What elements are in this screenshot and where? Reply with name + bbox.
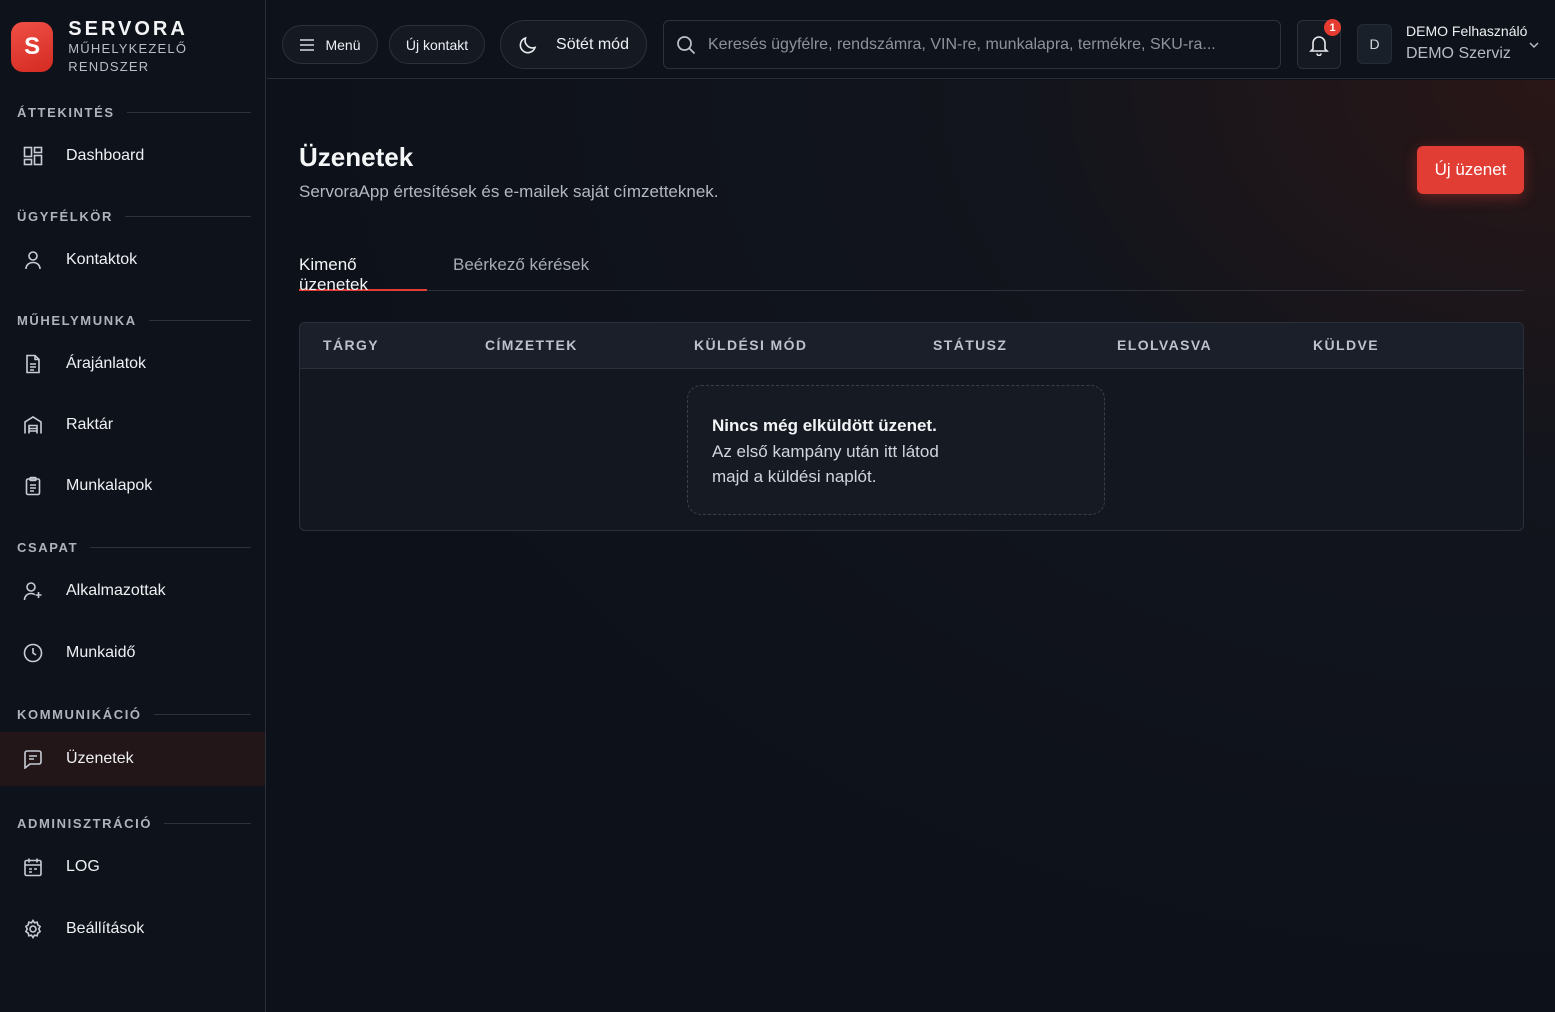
menu-label: Menü bbox=[325, 36, 361, 53]
gear-icon bbox=[22, 918, 44, 940]
sidebar-item-contacts[interactable]: Kontaktok bbox=[0, 233, 265, 287]
dark-mode-toggle[interactable]: Sötét mód bbox=[500, 20, 647, 69]
sidebar-item-log[interactable]: LOG bbox=[0, 840, 265, 894]
messages-table: TÁRGY CÍMZETTEK KÜLDÉSI MÓD STÁTUSZ ELOL… bbox=[299, 322, 1524, 531]
sidebar-item-label: Dashboard bbox=[66, 147, 145, 164]
brand-name: SERVORA bbox=[68, 18, 188, 40]
section-label-communication: KOMMUNIKÁCIÓ bbox=[17, 707, 251, 722]
search-bar[interactable] bbox=[663, 20, 1281, 69]
page-subtitle: ServoraApp értesítések és e-mailek saját… bbox=[299, 182, 719, 201]
empty-state: Nincs még elküldött üzenet. Az első kamp… bbox=[687, 385, 1105, 515]
section-label-workshop: MŰHELYMUNKA bbox=[17, 313, 251, 328]
sidebar-item-employees[interactable]: Alkalmazottak bbox=[0, 564, 265, 618]
moon-icon bbox=[518, 35, 538, 55]
menu-button[interactable]: Menü bbox=[282, 25, 378, 64]
user-icon bbox=[22, 249, 44, 271]
page-title: Üzenetek bbox=[299, 142, 414, 172]
notifications-button[interactable]: 1 bbox=[1297, 19, 1341, 69]
section-label-admin: ADMINISZTRÁCIÓ bbox=[17, 816, 251, 831]
bell-icon bbox=[1309, 34, 1329, 56]
topbar: Menü Új kontakt Sötét mód 1 D DEMO Felha… bbox=[267, 0, 1555, 79]
clock-icon bbox=[22, 642, 44, 664]
sidebar-item-label: Üzenetek bbox=[66, 750, 134, 767]
tab-incoming[interactable]: Beérkező kérések bbox=[453, 255, 589, 291]
column-header-sent[interactable]: KÜLDVE bbox=[1313, 337, 1379, 353]
search-input[interactable] bbox=[708, 35, 1280, 54]
brand[interactable]: S SERVORA MŰHELYKEZELŐ RENDSZER bbox=[11, 18, 265, 76]
column-header-recipients[interactable]: CÍMZETTEK bbox=[485, 337, 578, 353]
sidebar-item-label: Alkalmazottak bbox=[66, 582, 166, 599]
empty-state-text: Az első kampány után itt látod majd a kü… bbox=[712, 442, 939, 486]
new-contact-button[interactable]: Új kontakt bbox=[389, 25, 485, 64]
warehouse-icon bbox=[22, 414, 44, 436]
table-header: TÁRGY CÍMZETTEK KÜLDÉSI MÓD STÁTUSZ ELOL… bbox=[300, 323, 1523, 369]
brand-subtitle: MŰHELYKEZELŐ RENDSZER bbox=[68, 41, 188, 74]
user-plus-icon bbox=[22, 580, 44, 602]
section-label-team: CSAPAT bbox=[17, 540, 251, 555]
notification-badge: 1 bbox=[1324, 19, 1341, 36]
chevron-down-icon[interactable] bbox=[1529, 36, 1539, 54]
main-content: Üzenetek ServoraApp értesítések és e-mai… bbox=[267, 80, 1555, 1012]
message-icon bbox=[22, 748, 44, 770]
calendar-icon bbox=[22, 856, 44, 878]
avatar[interactable]: D bbox=[1357, 24, 1392, 64]
user-name: DEMO Felhasználó bbox=[1406, 23, 1528, 39]
section-label-customers: ÜGYFÉLKÖR bbox=[17, 209, 251, 224]
sidebar: S SERVORA MŰHELYKEZELŐ RENDSZER ÁTTEKINT… bbox=[0, 0, 266, 1012]
dashboard-icon bbox=[22, 145, 44, 167]
sidebar-item-label: Raktár bbox=[66, 416, 114, 433]
sidebar-item-label: Beállítások bbox=[66, 920, 145, 937]
sidebar-item-label: Kontaktok bbox=[66, 251, 138, 268]
hamburger-icon bbox=[299, 38, 315, 52]
sidebar-item-messages[interactable]: Üzenetek bbox=[0, 732, 265, 786]
document-icon bbox=[22, 353, 44, 375]
sidebar-item-settings[interactable]: Beállítások bbox=[0, 902, 265, 956]
sidebar-item-label: LOG bbox=[66, 858, 100, 875]
clipboard-icon bbox=[22, 475, 44, 497]
column-header-send-mode[interactable]: KÜLDÉSI MÓD bbox=[694, 337, 807, 353]
empty-state-title: Nincs még elküldött üzenet. bbox=[712, 416, 937, 435]
brand-logo: S bbox=[11, 22, 54, 72]
sidebar-item-label: Munkalapok bbox=[66, 477, 153, 494]
sidebar-item-dashboard[interactable]: Dashboard bbox=[0, 129, 265, 183]
sidebar-item-warehouse[interactable]: Raktár bbox=[0, 398, 265, 452]
sidebar-item-quotes[interactable]: Árajánlatok bbox=[0, 337, 265, 391]
user-menu[interactable]: DEMO Felhasználó DEMO Szerviz bbox=[1406, 21, 1527, 67]
sidebar-item-worksheets[interactable]: Munkalapok bbox=[0, 459, 265, 513]
sidebar-item-label: Munkaidő bbox=[66, 644, 136, 661]
user-org: DEMO Szerviz bbox=[1406, 45, 1511, 62]
new-message-button[interactable]: Új üzenet bbox=[1417, 146, 1524, 194]
column-header-status[interactable]: STÁTUSZ bbox=[933, 337, 1007, 353]
dark-mode-label: Sötét mód bbox=[556, 35, 629, 53]
section-label-overview: ÁTTEKINTÉS bbox=[17, 105, 251, 120]
tabs: Kimenő üzenetek Beérkező kérések bbox=[299, 250, 1524, 294]
search-icon bbox=[676, 35, 696, 55]
sidebar-item-worktime[interactable]: Munkaidő bbox=[0, 626, 265, 680]
tab-outgoing[interactable]: Kimenő üzenetek bbox=[299, 255, 427, 294]
column-header-read[interactable]: ELOLVASVA bbox=[1117, 337, 1212, 353]
sidebar-item-label: Árajánlatok bbox=[66, 355, 147, 372]
column-header-subject[interactable]: TÁRGY bbox=[323, 337, 379, 353]
